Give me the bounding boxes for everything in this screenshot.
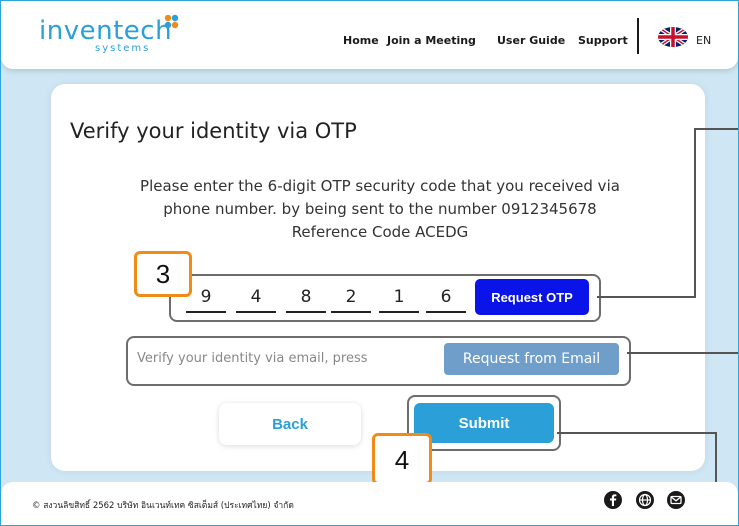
otp-digit-1[interactable]: 9 bbox=[189, 287, 223, 307]
otp-digit-2-underline bbox=[236, 311, 276, 313]
callout-line-otp-vertical bbox=[694, 128, 696, 298]
app-frame: inventech systems Home Join a Meeting Us… bbox=[0, 0, 739, 526]
otp-digit-5-underline bbox=[379, 311, 419, 313]
otp-digit-4-underline bbox=[331, 311, 371, 313]
callout-line-otp-horizontal bbox=[695, 128, 738, 130]
callout-line-submit-horizontal bbox=[557, 432, 717, 434]
callout-line-email bbox=[627, 352, 738, 354]
nav-join-meeting[interactable]: Join a Meeting bbox=[387, 34, 476, 47]
instruction-line-2: phone number. by being sent to the numbe… bbox=[163, 200, 597, 218]
brand-name-part1: inven bbox=[39, 16, 114, 46]
top-header: inventech systems Home Join a Meeting Us… bbox=[1, 1, 738, 69]
nav-user-guide[interactable]: User Guide bbox=[497, 34, 565, 47]
instruction-line-1: Please enter the 6-digit OTP security co… bbox=[140, 177, 620, 195]
email-verify-label: Verify your identity via email, press bbox=[137, 351, 368, 366]
brand-wordmark: inventech bbox=[39, 18, 172, 44]
logo-dots-icon bbox=[164, 14, 179, 29]
page-title: Verify your identity via OTP bbox=[70, 119, 357, 143]
mail-icon[interactable] bbox=[666, 490, 686, 510]
nav-home[interactable]: Home bbox=[343, 34, 379, 47]
otp-digit-3[interactable]: 8 bbox=[289, 287, 323, 307]
request-otp-button[interactable]: Request OTP bbox=[475, 279, 589, 315]
nav-support[interactable]: Support bbox=[578, 34, 628, 47]
step-4-badge: 4 bbox=[372, 433, 432, 485]
otp-digit-1-underline bbox=[186, 311, 226, 313]
language-label[interactable]: EN bbox=[696, 34, 711, 47]
back-button[interactable]: Back bbox=[219, 403, 361, 445]
copyright-text: © สงวนลิขสิทธิ์ 2562 บริษัท อินเวนท์เทค … bbox=[32, 501, 294, 511]
request-from-email-button[interactable]: Request from Email bbox=[444, 343, 619, 375]
otp-digit-6-underline bbox=[426, 311, 466, 313]
otp-digit-4[interactable]: 2 bbox=[334, 287, 368, 307]
otp-digit-5[interactable]: 1 bbox=[382, 287, 416, 307]
facebook-icon[interactable] bbox=[603, 490, 623, 510]
otp-digit-2[interactable]: 4 bbox=[239, 287, 273, 307]
nav-divider bbox=[637, 18, 639, 54]
submit-button[interactable]: Submit bbox=[414, 403, 554, 443]
reference-code: Reference Code ACEDG bbox=[291, 223, 469, 241]
brand-logo[interactable]: inventech systems bbox=[39, 14, 179, 54]
otp-digit-6[interactable]: 6 bbox=[429, 287, 463, 307]
brand-subtitle: systems bbox=[95, 43, 151, 54]
uk-flag-icon[interactable] bbox=[658, 27, 688, 47]
globe-icon[interactable] bbox=[635, 490, 655, 510]
otp-digit-3-underline bbox=[286, 311, 326, 313]
callout-line-otp-base bbox=[597, 296, 696, 298]
step-3-badge: 3 bbox=[134, 251, 192, 297]
